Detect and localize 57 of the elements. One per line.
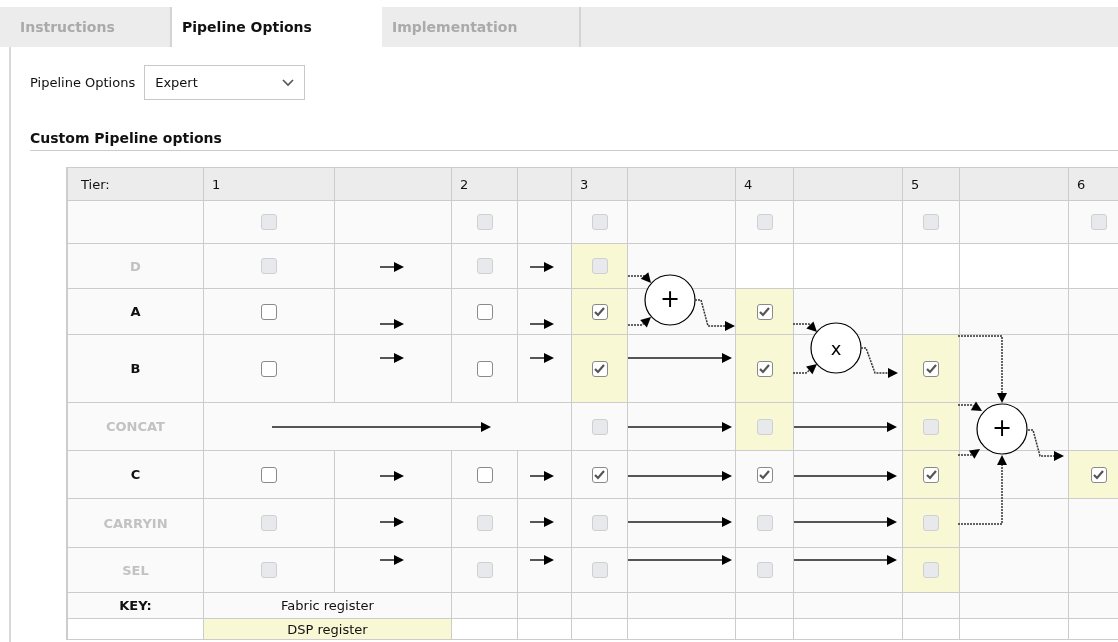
- fabric-register-legend: Fabric register: [204, 593, 452, 619]
- table-cell: [1069, 548, 1118, 593]
- arrow: [529, 471, 554, 481]
- tier-number: 5: [911, 176, 920, 192]
- tier-number: 3: [580, 176, 589, 192]
- arrow: [379, 262, 404, 272]
- arrow: [529, 319, 554, 329]
- dsp-register-legend: DSP register: [204, 619, 452, 640]
- arrow: [379, 319, 404, 329]
- checkbox[interactable]: [591, 303, 608, 320]
- arrow: [529, 353, 554, 363]
- operator-symbol: x: [830, 338, 842, 359]
- row-label: SEL: [122, 562, 149, 578]
- table-cell: [1069, 335, 1118, 403]
- arrow: [379, 471, 404, 481]
- row-label: B: [130, 361, 141, 376]
- header-label: Tier:: [81, 176, 110, 192]
- field-label: Pipeline Options: [30, 75, 136, 90]
- checkbox[interactable]: [756, 360, 773, 377]
- row-label: D: [130, 258, 141, 274]
- arrow: [379, 353, 404, 363]
- checkbox[interactable]: [923, 466, 939, 483]
- tab[interactable]: Pipeline Options: [172, 7, 382, 47]
- checkbox[interactable]: [923, 360, 939, 377]
- key-label: KEY:: [119, 598, 152, 613]
- table-cell: [518, 593, 572, 619]
- table-cell: [1069, 593, 1118, 619]
- checkbox[interactable]: [261, 466, 277, 483]
- arrow: [379, 555, 404, 565]
- arrow: [379, 517, 404, 527]
- row-label: CARRYIN: [103, 515, 168, 531]
- arrow: [529, 555, 554, 565]
- arrow: [529, 517, 554, 527]
- checkbox[interactable]: [1090, 466, 1107, 483]
- row-label: CONCAT: [106, 419, 165, 434]
- row-label: A: [130, 304, 141, 319]
- checkbox[interactable]: [476, 303, 493, 320]
- row-label: C: [130, 467, 141, 482]
- checkbox[interactable]: [476, 360, 493, 377]
- tier-number: 6: [1077, 176, 1086, 192]
- tier-number: 2: [460, 176, 469, 192]
- checkbox[interactable]: [591, 360, 608, 377]
- arrow: [529, 262, 554, 272]
- operator-symbol: +: [991, 414, 1013, 442]
- table-cell: [1069, 289, 1118, 335]
- tier-number: 1: [212, 176, 221, 192]
- chevron-down-icon: [282, 78, 295, 87]
- section-title: Custom Pipeline options: [30, 130, 1118, 151]
- checkbox[interactable]: [261, 360, 277, 377]
- checkbox[interactable]: [591, 466, 608, 483]
- tier-number: 4: [744, 176, 753, 192]
- dropdown[interactable]: Expert: [144, 65, 306, 100]
- operator-symbol: +: [659, 285, 681, 313]
- checkbox[interactable]: [261, 303, 277, 320]
- checkbox[interactable]: [476, 466, 493, 483]
- checkbox[interactable]: [756, 466, 773, 483]
- checkbox[interactable]: [756, 303, 773, 320]
